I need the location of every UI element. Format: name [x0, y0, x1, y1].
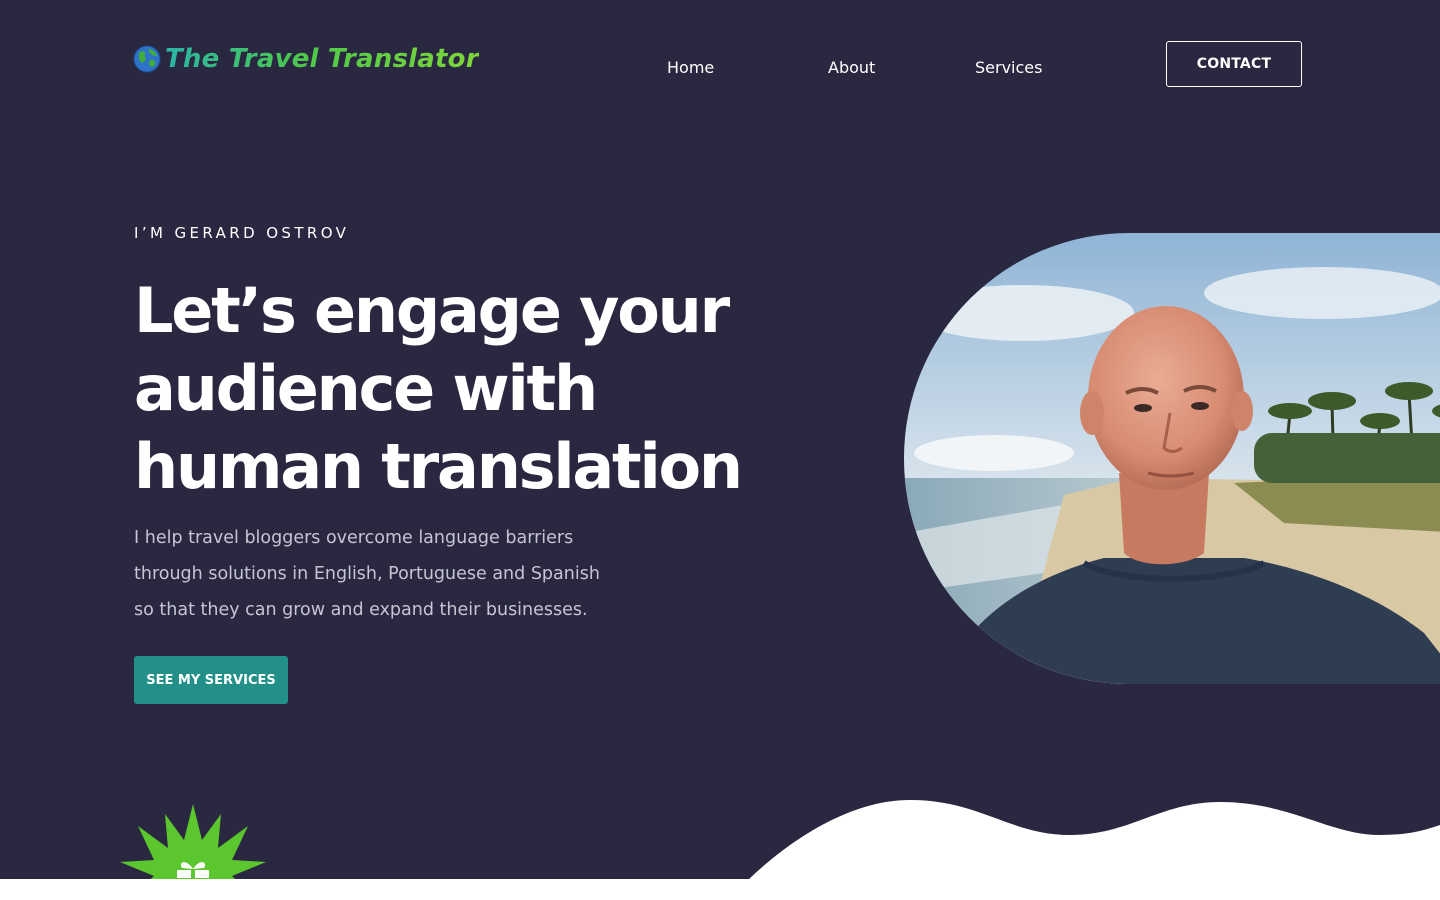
portrait-image: [904, 233, 1440, 684]
hero-section: The Travel Translator Home About Service…: [0, 0, 1440, 880]
next-section-edge: [0, 879, 1440, 900]
gift-offer-badge[interactable]: [118, 802, 268, 880]
contact-button[interactable]: CONTACT: [1166, 41, 1302, 87]
nav-link-about[interactable]: About: [828, 56, 875, 80]
hero-portrait-photo: [904, 233, 1440, 684]
see-my-services-button[interactable]: SEE MY SERVICES: [134, 656, 288, 704]
headline-line: Let’s engage your: [134, 274, 730, 347]
hero-headline: Let’s engage your audience with human tr…: [134, 272, 814, 506]
hero-description: I help travel bloggers overcome language…: [134, 520, 654, 628]
description-line: through solutions in English, Portuguese…: [134, 564, 600, 584]
nav-link-home[interactable]: Home: [667, 56, 714, 80]
description-line: so that they can grow and expand their b…: [134, 600, 588, 620]
headline-line: audience with: [134, 352, 598, 425]
description-line: I help travel bloggers overcome language…: [134, 528, 574, 548]
hero-eyebrow: I’M GERARD OSTROV: [134, 224, 350, 242]
headline-line: human translation: [134, 430, 743, 503]
nav-link-services[interactable]: Services: [975, 56, 1042, 80]
